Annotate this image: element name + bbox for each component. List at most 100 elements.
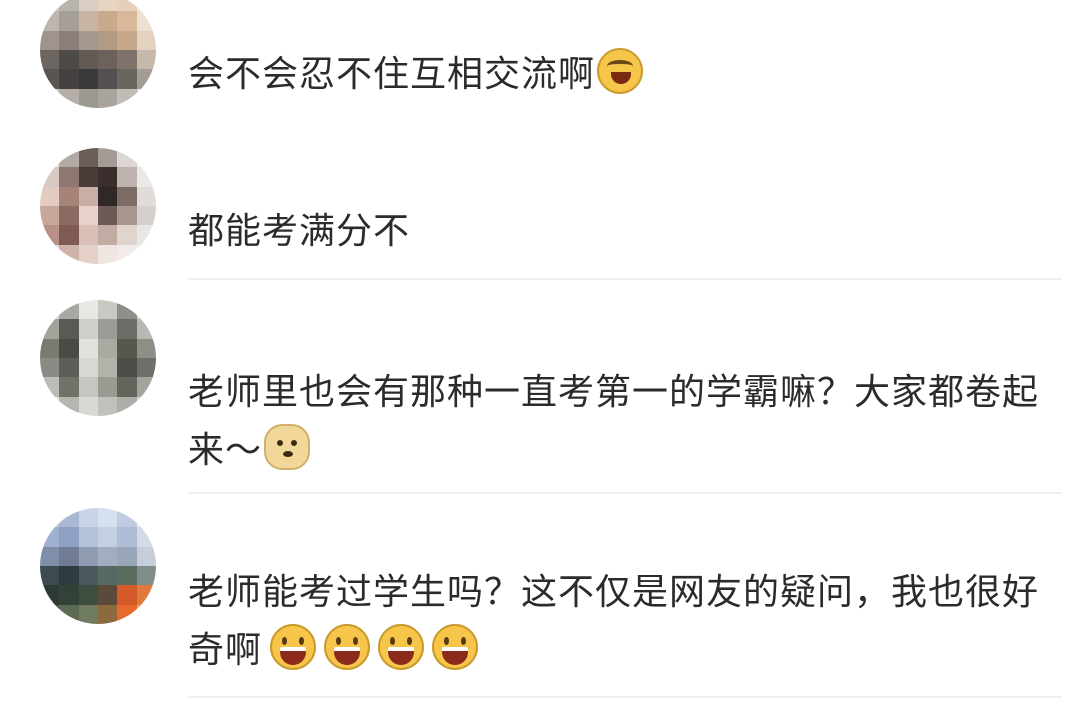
avatar-mosaic-cell	[40, 585, 60, 605]
avatar-mosaic-cell	[78, 167, 98, 187]
avatar-mosaic-cell	[117, 0, 137, 12]
avatar-mosaic-cell	[117, 30, 137, 50]
avatar-mosaic-cell	[59, 186, 79, 206]
avatar-mosaic-cell	[40, 527, 60, 547]
avatar-mosaic-cell	[136, 546, 156, 566]
avatar-mosaic-cell	[40, 186, 60, 206]
comment-text: 老师里也会有那种一直考第一的学霸嘛？大家都卷起来～	[188, 364, 1048, 480]
avatar-mosaic-cell	[78, 377, 98, 397]
avatar[interactable]	[40, 300, 156, 416]
avatar-mosaic-cell	[59, 396, 79, 416]
avatar-mosaic-cell	[59, 88, 79, 108]
avatar-mosaic-cell	[78, 527, 98, 547]
avatar-mosaic-cell	[78, 319, 98, 339]
avatar-mosaic-cell	[78, 585, 98, 605]
comment-text-content: 老师能考过学生吗？这不仅是网友的疑问，我也很好奇啊	[188, 572, 1040, 671]
avatar-mosaic-cell	[40, 11, 60, 31]
avatar-mosaic-cell	[117, 186, 137, 206]
avatar-mosaic-cell	[98, 206, 118, 226]
avatar-mosaic-cell	[40, 338, 60, 358]
avatar[interactable]	[40, 148, 156, 264]
avatar-mosaic-cell	[59, 546, 79, 566]
comment-text-content: 会不会忍不住互相交流啊	[188, 54, 596, 95]
avatar-mosaic-cell	[117, 585, 137, 605]
avatar-mosaic-cell	[98, 319, 118, 339]
avatar-mosaic-cell	[136, 148, 156, 168]
avatar-mosaic-cell	[98, 244, 118, 264]
avatar-mosaic-cell	[117, 396, 137, 416]
avatar-mosaic-cell	[59, 244, 79, 264]
avatar-mosaic-cell	[40, 167, 60, 187]
avatar-mosaic-cell	[98, 604, 118, 624]
avatar-mosaic-cell	[136, 69, 156, 89]
avatar[interactable]	[40, 0, 156, 108]
avatar-mosaic-cell	[117, 206, 137, 226]
avatar-mosaic-cell	[98, 225, 118, 245]
avatar-mosaic-cell	[136, 0, 156, 12]
avatar-mosaic-cell	[59, 377, 79, 397]
divider	[188, 492, 1062, 494]
avatar-mosaic-cell	[40, 225, 60, 245]
avatar-mosaic-cell	[136, 527, 156, 547]
avatar-mosaic-cell	[98, 546, 118, 566]
avatar-mosaic-cell	[136, 225, 156, 245]
avatar-mosaic-cell	[40, 358, 60, 378]
avatar-mosaic-cell	[59, 319, 79, 339]
avatar-mosaic-cell	[59, 0, 79, 12]
avatar[interactable]	[40, 508, 156, 624]
avatar-mosaic-cell	[117, 50, 137, 70]
grin-icon	[432, 624, 479, 670]
avatar-mosaic-cell	[40, 30, 60, 50]
avatar-mosaic-cell	[136, 50, 156, 70]
avatar-mosaic-cell	[98, 186, 118, 206]
avatar-mosaic-cell	[136, 300, 156, 320]
avatar-mosaic-cell	[117, 225, 137, 245]
avatar-mosaic-cell	[40, 396, 60, 416]
comment-text-content: 都能考满分不	[188, 211, 411, 252]
avatar-mosaic-cell	[40, 206, 60, 226]
avatar-mosaic-cell	[136, 167, 156, 187]
avatar-mosaic-cell	[136, 604, 156, 624]
avatar-mosaic-cell	[136, 88, 156, 108]
avatar-mosaic-cell	[117, 358, 137, 378]
avatar-mosaic-cell	[98, 0, 118, 12]
avatar-mosaic-cell	[98, 88, 118, 108]
avatar-mosaic-cell	[78, 546, 98, 566]
avatar-mosaic-cell	[136, 244, 156, 264]
avatar-mosaic-cell	[59, 585, 79, 605]
avatar-mosaic-cell	[98, 148, 118, 168]
avatar-mosaic-cell	[136, 186, 156, 206]
avatar-mosaic-cell	[78, 604, 98, 624]
avatar-mosaic-cell	[136, 566, 156, 586]
avatar-mosaic-cell	[98, 508, 118, 528]
avatar-mosaic-cell	[78, 186, 98, 206]
avatar-mosaic-cell	[136, 319, 156, 339]
avatar-mosaic-cell	[40, 244, 60, 264]
avatar-mosaic-cell	[136, 377, 156, 397]
comment-list: 会不会忍不住互相交流啊 都能考满分不 老师里也会有那种一直考第一的学霸嘛？大家都…	[0, 0, 1080, 702]
avatar-mosaic-cell	[136, 508, 156, 528]
avatar-mosaic-cell	[136, 11, 156, 31]
avatar-mosaic-cell	[98, 585, 118, 605]
avatar-mosaic-cell	[117, 508, 137, 528]
grin-icon	[270, 624, 317, 670]
avatar-mosaic-cell	[98, 566, 118, 586]
avatar-mosaic-cell	[59, 338, 79, 358]
avatar-mosaic-cell	[59, 300, 79, 320]
avatar-mosaic-cell	[40, 148, 60, 168]
avatar-mosaic-cell	[78, 508, 98, 528]
avatar-mosaic-cell	[117, 148, 137, 168]
avatar-mosaic-cell	[59, 69, 79, 89]
avatar-mosaic-cell	[98, 30, 118, 50]
avatar-mosaic-cell	[78, 358, 98, 378]
avatar-mosaic-cell	[40, 0, 60, 12]
avatar-mosaic-cell	[136, 30, 156, 50]
avatar-mosaic-cell	[117, 88, 137, 108]
avatar-mosaic-cell	[117, 300, 137, 320]
avatar-mosaic-cell	[117, 338, 137, 358]
avatar-mosaic-cell	[117, 546, 137, 566]
avatar-mosaic-cell	[98, 300, 118, 320]
avatar-mosaic-cell	[78, 148, 98, 168]
avatar-mosaic-cell	[136, 358, 156, 378]
avatar-mosaic-cell	[59, 11, 79, 31]
